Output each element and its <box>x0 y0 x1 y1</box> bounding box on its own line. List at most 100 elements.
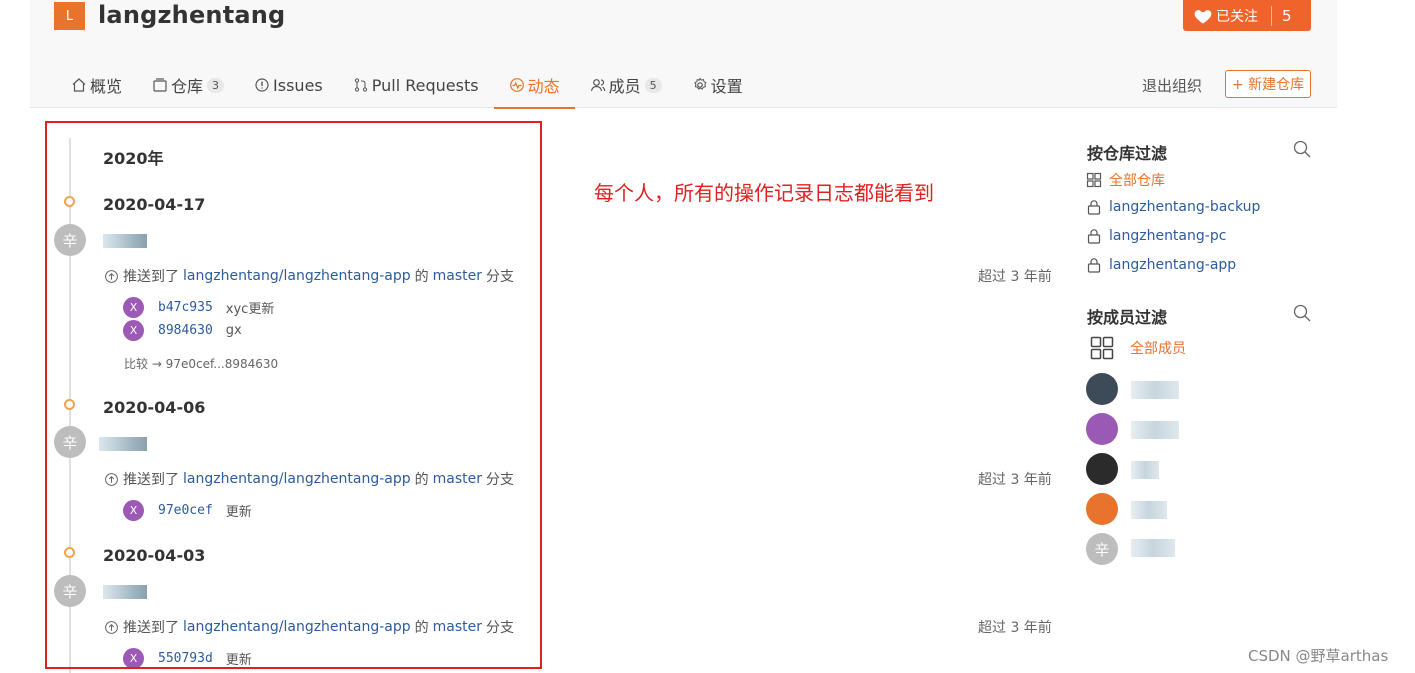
tab-overview[interactable]: 概览 <box>56 62 137 108</box>
tab-settings-label: 设置 <box>710 77 743 96</box>
tab-repos[interactable]: 仓库 3 <box>137 62 239 108</box>
push-event-description: 推送到了 langzhentang/langzhentang-app 的 mas… <box>104 266 514 286</box>
commit-sha-link[interactable]: 97e0cef <box>158 503 213 518</box>
push-of: 的 <box>414 620 429 636</box>
grid-icon <box>1090 336 1114 360</box>
member-name-redacted[interactable] <box>1131 421 1179 439</box>
event-time-ago: 超过 3 年前 <box>978 620 1052 636</box>
commit-message: 更新 <box>225 505 252 520</box>
repo-filter-all-label: 全部仓库 <box>1109 173 1165 189</box>
member-name-redacted[interactable] <box>1131 381 1179 399</box>
members-icon <box>590 79 605 92</box>
commit-author-avatar[interactable]: X <box>123 320 144 341</box>
org-header: L langzhentang 已关注 5 概览 仓库 3 Issues Pull… <box>30 0 1337 109</box>
timeline-dot <box>64 547 75 558</box>
search-icon[interactable] <box>1293 304 1311 322</box>
tab-members[interactable]: 成员 5 <box>575 62 677 108</box>
timeline-dot <box>64 196 75 207</box>
commit-message: 更新 <box>225 653 252 668</box>
tab-repos-count: 3 <box>207 77 225 93</box>
commit-author-avatar[interactable]: X <box>123 648 144 669</box>
repo-filter-item[interactable]: langzhentang-backup <box>1086 199 1260 215</box>
tab-members-label: 成员 <box>608 77 641 96</box>
tab-issues[interactable]: Issues <box>239 62 338 108</box>
member-avatar[interactable] <box>1086 373 1118 405</box>
user-name-redacted[interactable] <box>103 234 147 248</box>
repo-filter-item[interactable]: langzhentang-app <box>1086 257 1236 273</box>
tab-repos-label: 仓库 <box>171 77 204 96</box>
follow-button[interactable]: 已关注 5 <box>1183 0 1311 31</box>
member-avatar[interactable] <box>1086 493 1118 525</box>
repo-filter-item[interactable]: langzhentang-pc <box>1086 228 1226 244</box>
commit-sha-link[interactable]: 8984630 <box>158 323 213 338</box>
org-logo[interactable]: L <box>54 2 85 30</box>
event-date: 2020-04-06 <box>103 398 206 417</box>
tab-settings[interactable]: 设置 <box>677 62 758 108</box>
issue-icon <box>255 78 269 92</box>
member-filter-all[interactable]: 全部成员 <box>1090 336 1186 360</box>
follow-count[interactable]: 5 <box>1282 7 1292 25</box>
avatar[interactable]: 辛 <box>54 426 86 458</box>
compare-link[interactable]: 比较 → 97e0cef...8984630 <box>124 355 278 372</box>
avatar[interactable]: 辛 <box>54 224 86 256</box>
member-name-redacted[interactable] <box>1131 539 1175 557</box>
repo-filter-title: 按仓库过滤 <box>1087 144 1168 163</box>
push-suffix: 分支 <box>486 620 515 636</box>
tab-overview-label: 概览 <box>90 77 123 96</box>
new-repo-button[interactable]: + 新建仓库 <box>1225 70 1311 98</box>
org-name[interactable]: langzhentang <box>98 1 285 29</box>
pull-request-icon <box>354 78 367 92</box>
member-avatar[interactable] <box>1086 413 1118 445</box>
repo-filter-all[interactable]: 全部仓库 <box>1086 170 1165 190</box>
push-of: 的 <box>414 269 429 285</box>
event-date: 2020-04-17 <box>103 195 206 214</box>
commit-sha-link[interactable]: 550793d <box>158 651 213 666</box>
push-icon <box>105 472 118 486</box>
branch-link[interactable]: master <box>433 619 482 635</box>
repo-icon <box>153 78 167 92</box>
repo-filter-item-label: langzhentang-backup <box>1109 199 1261 215</box>
commit-author-avatar[interactable]: X <box>123 500 144 521</box>
watermark: CSDN @野草arthas <box>1248 647 1389 665</box>
user-name-redacted[interactable] <box>103 585 147 599</box>
member-name-redacted[interactable] <box>1131 501 1167 519</box>
activity-icon <box>509 78 524 92</box>
branch-link[interactable]: master <box>433 268 482 284</box>
branch-link[interactable]: master <box>433 471 482 487</box>
push-icon <box>105 269 118 283</box>
repo-link[interactable]: langzhentang/langzhentang-app <box>183 268 411 284</box>
tab-pull-requests[interactable]: Pull Requests <box>338 62 494 108</box>
tab-issues-label: Issues <box>273 75 323 95</box>
commit-item: X b47c935 xyc更新 <box>123 297 274 318</box>
quit-org-link[interactable]: 退出组织 <box>1142 75 1202 96</box>
annotation-text: 每个人，所有的操作记录日志都能看到 <box>594 181 934 205</box>
member-avatar[interactable]: 辛 <box>1086 533 1118 565</box>
tab-activity-label: 动态 <box>527 77 560 96</box>
user-name-redacted[interactable] <box>99 437 147 451</box>
commit-item: X 550793d 更新 <box>123 648 252 669</box>
commit-author-avatar[interactable]: X <box>123 297 144 318</box>
repo-link[interactable]: langzhentang/langzhentang-app <box>183 619 411 635</box>
org-tabs: 概览 仓库 3 Issues Pull Requests 动态 成员 5 设置 <box>56 62 758 109</box>
member-name-redacted[interactable] <box>1131 461 1159 479</box>
lock-icon <box>1087 229 1101 244</box>
follow-label: 已关注 <box>1216 8 1258 25</box>
gear-icon <box>693 77 707 90</box>
tab-activity[interactable]: 动态 <box>493 62 575 109</box>
search-icon[interactable] <box>1293 140 1311 158</box>
push-event-description: 推送到了 langzhentang/langzhentang-app 的 mas… <box>104 469 514 489</box>
push-event-description: 推送到了 langzhentang/langzhentang-app 的 mas… <box>104 617 514 637</box>
avatar[interactable]: 辛 <box>54 575 86 607</box>
lock-icon <box>1087 258 1101 273</box>
push-prefix: 推送到了 <box>123 620 179 636</box>
commit-sha-link[interactable]: b47c935 <box>158 300 213 315</box>
push-suffix: 分支 <box>486 472 515 488</box>
event-date: 2020-04-03 <box>103 546 206 565</box>
year-heading: 2020年 <box>103 149 164 168</box>
heart-icon <box>1194 9 1212 23</box>
push-suffix: 分支 <box>486 269 515 285</box>
repo-link[interactable]: langzhentang/langzhentang-app <box>183 471 411 487</box>
follow-divider <box>1271 5 1272 26</box>
event-time-ago: 超过 3 年前 <box>978 269 1052 285</box>
member-avatar[interactable] <box>1086 453 1118 485</box>
